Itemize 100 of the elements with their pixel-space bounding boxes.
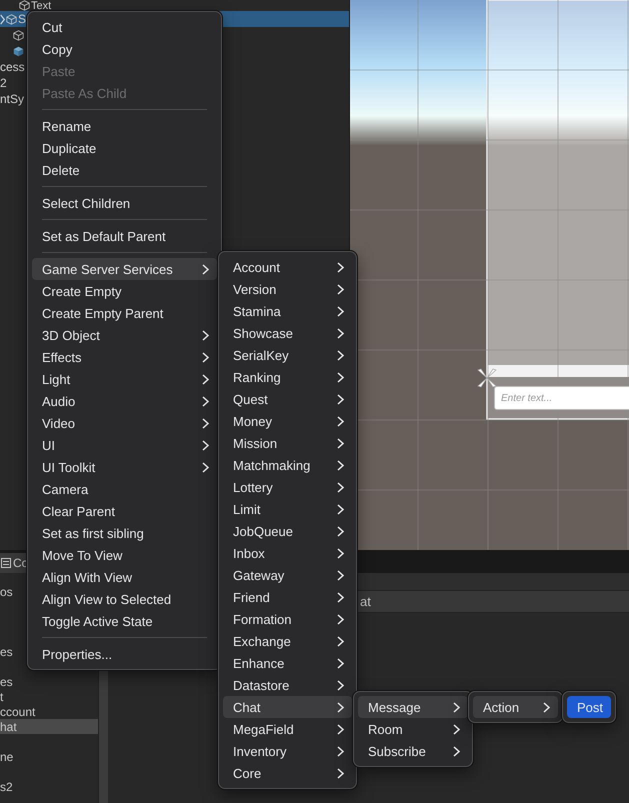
menu-item[interactable]: Delete [32,159,217,181]
menu-item[interactable]: Audio [32,390,217,412]
menu-item[interactable]: Showcase [223,322,352,344]
chevron-right-icon [337,658,344,668]
menu-item[interactable]: Gateway [223,564,352,586]
menu-item[interactable]: JobQueue [223,520,352,542]
chevron-right-icon [337,482,344,492]
chevron-right-icon [337,372,344,382]
cube-icon [6,14,17,24]
chevron-right-icon [337,460,344,470]
menu-item[interactable]: Matchmaking [223,454,352,476]
list-item[interactable]: hat [0,719,98,734]
chevron-right-icon [337,680,344,690]
menu-item[interactable]: UI [32,434,217,456]
menu-item[interactable]: MegaField [223,718,352,740]
chevron-right-icon [202,440,209,450]
list-item[interactable]: ccount [0,704,98,719]
menu-item[interactable]: Set as Default Parent [32,225,217,247]
menu-item[interactable]: Stamina [223,300,352,322]
chevron-right-icon [202,418,209,428]
menu-item[interactable]: Mission [223,432,352,454]
menu-item[interactable]: Create Empty [32,280,217,302]
chevron-right-icon [337,768,344,778]
menu-item[interactable]: Formation [223,608,352,630]
menu-item[interactable]: Clear Parent [32,500,217,522]
menu-item[interactable]: Select Children [32,192,217,214]
chevron-right-icon [337,504,344,514]
menu-item[interactable]: Camera [32,478,217,500]
menu-item[interactable]: Money [223,410,352,432]
menu-item[interactable]: Version [223,278,352,300]
menu-item[interactable]: Message [358,696,468,718]
chevron-right-icon [337,350,344,360]
menu-item[interactable]: Core [223,762,352,784]
menu-item[interactable]: Align View to Selected [32,588,217,610]
chevron-right-icon [337,746,344,756]
chevron-right-icon [337,284,344,294]
console-icon [1,558,11,568]
menu-item[interactable]: Lottery [223,476,352,498]
chevron-right-icon [337,306,344,316]
chevron-right-icon [337,702,344,712]
list-item[interactable]: t [0,689,98,704]
menu-item[interactable]: Toggle Active State [32,610,217,632]
hierarchy-item[interactable]: cess [0,59,25,75]
list-item[interactable]: s2 [0,779,98,794]
chevron-right-icon [337,438,344,448]
menu-item[interactable]: Video [32,412,217,434]
menu-item[interactable]: SerialKey [223,344,352,366]
menu-item[interactable]: Exchange [223,630,352,652]
chevron-right-icon [337,614,344,624]
menu-item[interactable]: UI Toolkit [32,456,217,478]
menu-item[interactable]: Set as first sibling [32,522,217,544]
menu-item[interactable]: Copy [32,38,217,60]
menu-item[interactable]: Room [358,718,468,740]
chevron-right-icon [202,374,209,384]
chevron-right-icon [337,394,344,404]
menu-item[interactable]: Action [473,696,558,718]
chevron-right-icon [337,328,344,338]
menu-item[interactable]: Effects [32,346,217,368]
chevron-right-icon [202,330,209,340]
anchor-icon [475,366,499,390]
chevron-right-icon [202,264,209,274]
menu-item[interactable]: Ranking [223,366,352,388]
menu-item[interactable]: Rename [32,115,217,137]
chevron-right-icon [337,526,344,536]
menu-item[interactable]: Align With View [32,566,217,588]
chevron-right-icon [202,462,209,472]
menu-item[interactable]: Inventory [223,740,352,762]
row-label: at [360,594,371,609]
menu-item[interactable]: Friend [223,586,352,608]
menu-item[interactable]: 3D Object [32,324,217,346]
hierarchy-item[interactable]: S [18,11,26,27]
chevron-right-icon [202,352,209,362]
menu-item[interactable]: Datastore [223,674,352,696]
list-item[interactable]: ne [0,749,98,764]
menu-item[interactable]: Post [567,696,612,718]
hierarchy-item[interactable]: ntSy [0,91,24,107]
menu-item[interactable]: Cut [32,16,217,38]
cube-icon [13,46,24,56]
menu-item[interactable]: Enhance [223,652,352,674]
list-item[interactable]: es [0,674,98,689]
chevron-right-icon [543,702,550,712]
menu-item[interactable]: Chat [223,696,352,718]
menu-item[interactable]: Duplicate [32,137,217,159]
menu-item[interactable]: Move To View [32,544,217,566]
chevron-right-icon [453,702,460,712]
menu-item[interactable]: Quest [223,388,352,410]
menu-item[interactable]: Account [223,256,352,278]
menu-item[interactable]: Subscribe [358,740,468,762]
hierarchy-item[interactable]: 2 [0,75,7,91]
chevron-right-icon [337,636,344,646]
cube-icon [13,30,24,40]
menu-item[interactable]: Game Server Services [32,258,217,280]
chevron-right-icon [453,746,460,756]
menu-item[interactable]: Limit [223,498,352,520]
menu-item[interactable]: Light [32,368,217,390]
menu-item[interactable]: Create Empty Parent [32,302,217,324]
hierarchy-item[interactable]: Text [31,0,52,10]
menu-item[interactable]: Properties... [32,643,217,665]
chevron-right-icon [337,724,344,734]
menu-item[interactable]: Inbox [223,542,352,564]
